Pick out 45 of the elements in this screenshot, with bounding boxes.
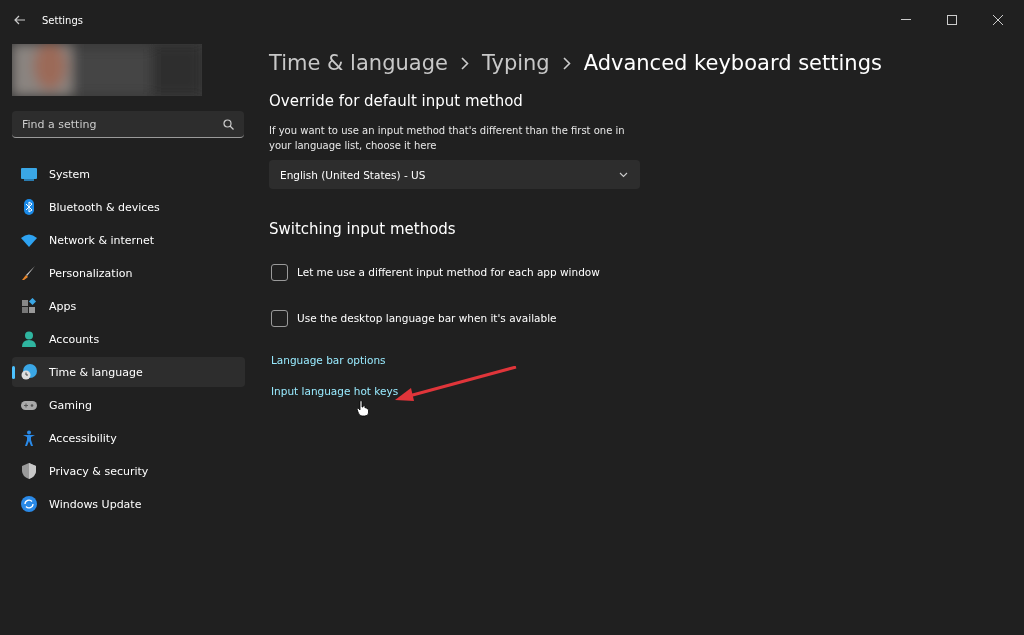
page-title: Advanced keyboard settings [583,51,882,75]
sidebar-item[interactable]: Accounts [12,324,245,354]
sidebar-item[interactable]: Gaming [12,390,245,420]
settings-link[interactable]: Input language hot keys [271,385,399,397]
minimize-icon[interactable] [901,19,911,21]
search-field[interactable]: Find a setting [12,111,244,138]
person-figure-icon [21,430,37,446]
language-dropdown[interactable]: English (United States) - US [269,160,640,189]
chevron-icon [460,56,469,70]
shield-icon [21,463,37,479]
breadcrumb-link[interactable]: Time & language [269,51,448,75]
monitor-icon [21,166,37,182]
sync-icon [21,496,37,512]
chevron-icon [562,56,571,70]
person-icon [21,331,37,347]
sidebar-item[interactable]: System [12,159,245,189]
search-icon [223,119,234,130]
sidebar-item[interactable]: Bluetooth & devices [12,192,245,222]
globe-clock-icon [21,364,37,380]
wifi-icon [21,232,37,248]
checkbox-label: Let me use a different input method for each app window [297,266,600,278]
breadcrumb-link[interactable]: Typing [481,51,550,75]
sidebar-item[interactable]: Personalization [12,258,245,288]
sidebar-item[interactable]: Network & internet [12,225,245,255]
back-icon[interactable] [14,15,26,25]
sidebar-item[interactable]: Apps [12,291,245,321]
settings-link[interactable]: Language bar options [271,354,386,366]
sidebar-item[interactable]: Time & language [12,357,245,387]
apps-icon [21,298,37,314]
selection-indicator [12,366,15,379]
sidebar-item[interactable]: Windows Update [12,489,245,519]
sidebar-item[interactable]: Accessibility [12,423,245,453]
section-heading: Switching input methods [269,220,457,238]
checkbox[interactable] [271,263,288,281]
bluetooth-icon [21,199,37,215]
sidebar-item[interactable]: Privacy & security [12,456,245,486]
chevron-down-icon [619,171,628,178]
maximize-icon[interactable] [947,15,957,25]
window-title: Settings [42,14,83,26]
close-icon[interactable] [993,15,1003,25]
checkbox-label: Use the desktop language bar when it's available [297,312,557,324]
section-heading: Override for default input method [269,92,524,110]
hand-cursor-icon [357,400,369,417]
description-text: If you want to use an input method that's different than the first one in your language list, choose it here [269,124,626,153]
checkbox[interactable] [271,309,288,327]
